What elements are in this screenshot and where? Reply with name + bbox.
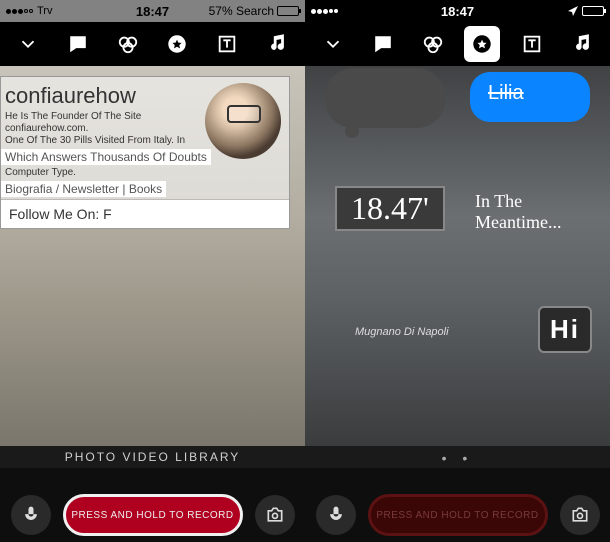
- speech-bubble-icon[interactable]: [60, 26, 96, 62]
- mic-button[interactable]: [11, 495, 51, 535]
- card-line2: One Of The 30 Pills Visited From Italy. …: [1, 135, 191, 147]
- filters-icon[interactable]: [110, 26, 146, 62]
- music-icon[interactable]: [259, 26, 295, 62]
- page-indicator: • •: [305, 450, 610, 468]
- card-highlight2: Biografia / Newsletter | Books: [1, 181, 166, 197]
- thought-bubble: [325, 68, 445, 128]
- clock: 18:47: [136, 4, 169, 19]
- location-sticker[interactable]: Mugnano Di Napoli: [355, 326, 449, 338]
- library-caption[interactable]: PHOTO VIDEO LIBRARY: [0, 450, 305, 468]
- hi-sticker[interactable]: Hi: [538, 306, 592, 353]
- record-button[interactable]: PRESS AND HOLD TO RECORD: [63, 494, 243, 536]
- card-subtext: Computer Type.: [1, 167, 191, 179]
- nav-bar: [305, 22, 610, 66]
- screen-right: 18:47 Lilia 18.47' In The Meantime... Mu…: [305, 0, 610, 542]
- meantime-label: In The Meantime...: [475, 191, 610, 233]
- nav-bar: [0, 22, 305, 66]
- status-bar: 18:47: [305, 0, 610, 22]
- message-bubble: Lilia: [470, 72, 590, 122]
- screen-left: Trv 18:47 57% Search confiaurehow He Is …: [0, 0, 305, 542]
- content-area: Lilia 18.47' In The Meantime... Mugnano …: [305, 66, 610, 446]
- bottom-bar: PRESS AND HOLD TO RECORD: [0, 468, 305, 542]
- speech-bubble-icon[interactable]: [365, 26, 401, 62]
- card-line1: He Is The Founder Of The Site confiaureh…: [1, 111, 191, 135]
- text-icon[interactable]: [209, 26, 245, 62]
- time-sticker[interactable]: 18.47': [335, 186, 445, 231]
- mic-button[interactable]: [316, 495, 356, 535]
- record-button[interactable]: PRESS AND HOLD TO RECORD: [368, 494, 548, 536]
- clock: 18:47: [441, 4, 474, 19]
- profile-card: confiaurehow He Is The Founder Of The Si…: [0, 76, 290, 229]
- chevron-down-icon[interactable]: [10, 26, 46, 62]
- carrier-signal-icon: [6, 9, 33, 14]
- camera-button[interactable]: [255, 495, 295, 535]
- avatar: [205, 83, 281, 159]
- carrier-signal-icon: [311, 9, 338, 14]
- battery-icon: [582, 6, 604, 16]
- bottom-bar: PRESS AND HOLD TO RECORD: [305, 468, 610, 542]
- filters-icon[interactable]: [415, 26, 451, 62]
- star-icon[interactable]: [159, 26, 195, 62]
- chevron-down-icon[interactable]: [315, 26, 351, 62]
- star-icon[interactable]: [464, 26, 500, 62]
- content-area: confiaurehow He Is The Founder Of The Si…: [0, 66, 305, 446]
- music-icon[interactable]: [564, 26, 600, 62]
- carrier-label: Trv: [37, 5, 52, 17]
- text-icon[interactable]: [514, 26, 550, 62]
- battery-text: 57% Search: [209, 4, 274, 18]
- battery-icon: [277, 6, 299, 16]
- camera-button[interactable]: [560, 495, 600, 535]
- card-highlight1: Which Answers Thousands Of Doubts: [1, 149, 211, 165]
- location-arrow-icon: [567, 5, 579, 17]
- message-text: Lilia: [488, 82, 524, 105]
- follow-row[interactable]: Follow Me On: F: [1, 199, 289, 228]
- status-bar: Trv 18:47 57% Search: [0, 0, 305, 22]
